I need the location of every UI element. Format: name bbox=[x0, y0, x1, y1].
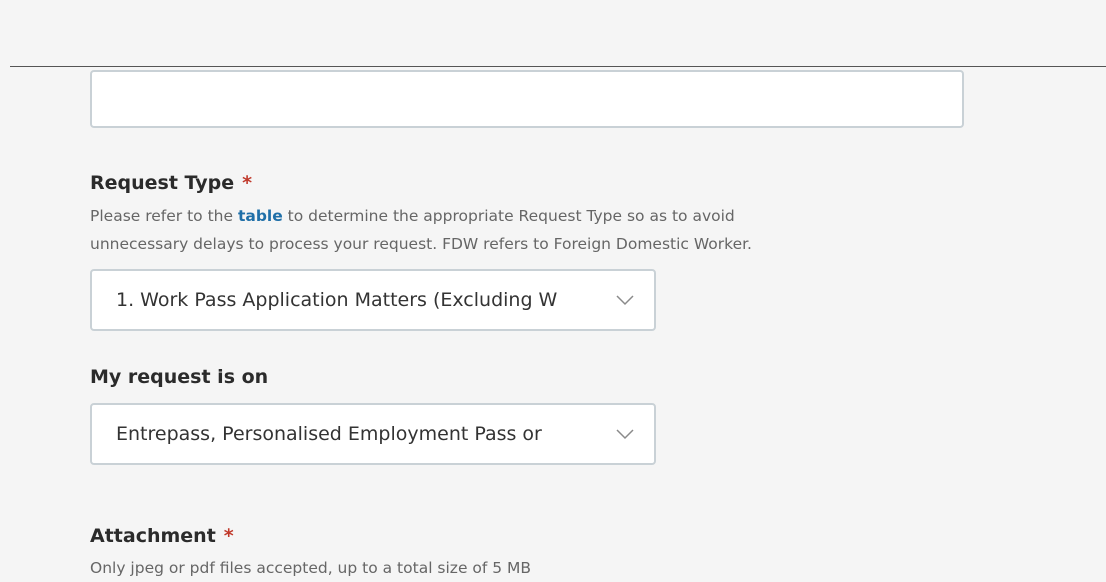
request-type-select[interactable]: 1. Work Pass Application Matters (Exclud… bbox=[90, 269, 656, 331]
attachment-label: Attachment * bbox=[90, 525, 234, 547]
header-area bbox=[0, 0, 1106, 66]
table-link[interactable]: table bbox=[238, 207, 283, 225]
chevron-down-icon bbox=[616, 295, 634, 306]
request-type-required-mark: * bbox=[242, 172, 253, 194]
request-type-selected-value: 1. Work Pass Application Matters (Exclud… bbox=[116, 289, 558, 311]
header-divider bbox=[10, 66, 1106, 67]
chevron-down-icon bbox=[616, 429, 634, 440]
hint-text-before-link: Please refer to the bbox=[90, 207, 238, 225]
attachment-required-mark: * bbox=[223, 525, 234, 547]
text-field[interactable] bbox=[90, 70, 964, 128]
hint-text-after-link: to determine the appropriate Request Typ… bbox=[282, 207, 735, 225]
request-type-hint-line1: Please refer to the table to determine t… bbox=[90, 202, 752, 230]
attachment-label-text: Attachment bbox=[90, 525, 216, 547]
request-type-hint: Please refer to the table to determine t… bbox=[90, 202, 752, 258]
attachment-hint: Only jpeg or pdf files accepted, up to a… bbox=[90, 559, 532, 577]
request-on-label: My request is on bbox=[90, 366, 269, 388]
request-type-hint-line2: unnecessary delays to process your reque… bbox=[90, 235, 752, 253]
request-on-select[interactable]: Entrepass, Personalised Employment Pass … bbox=[90, 403, 656, 465]
request-type-label-text: Request Type bbox=[90, 172, 235, 194]
request-on-selected-value: Entrepass, Personalised Employment Pass … bbox=[116, 423, 542, 445]
request-type-label: Request Type * bbox=[90, 172, 252, 194]
